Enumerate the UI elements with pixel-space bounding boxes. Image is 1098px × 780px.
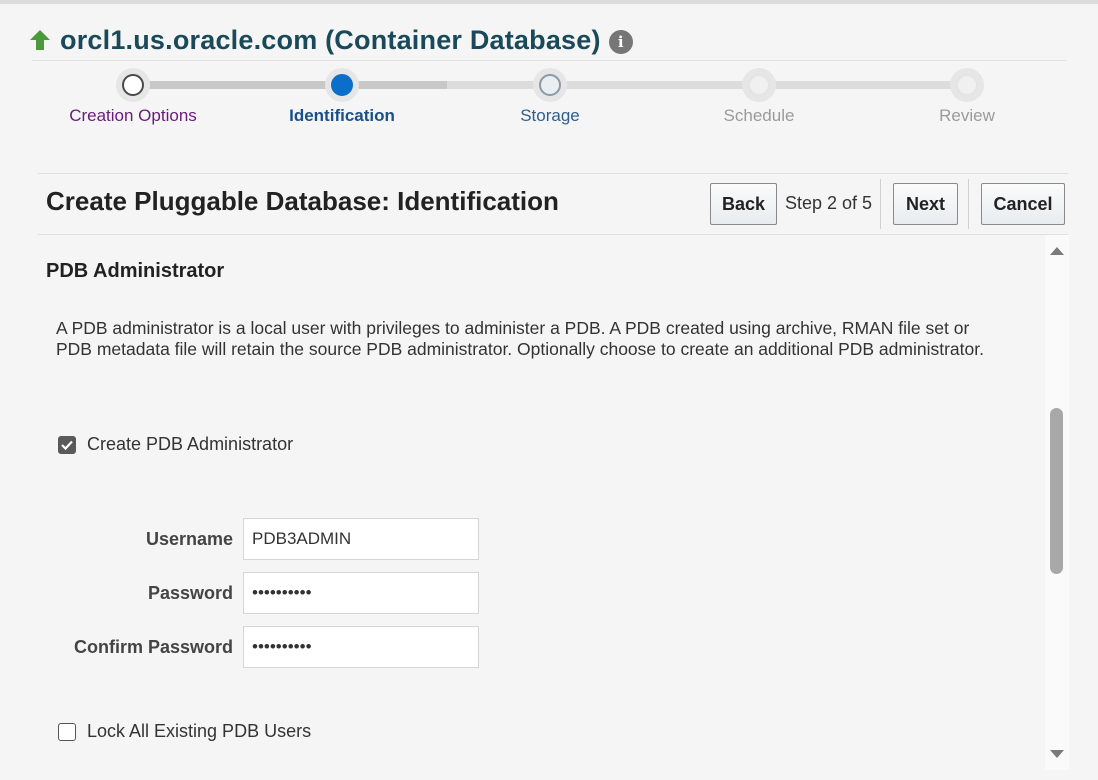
app-window: orcl1.us.oracle.com (Container Database)… (0, 0, 1098, 780)
confirm-password-input[interactable] (243, 626, 479, 668)
train-connector (133, 81, 342, 89)
scroll-down-arrow-icon[interactable] (1050, 750, 1064, 758)
scrollbar-thumb[interactable] (1050, 408, 1063, 574)
username-label: Username (145, 529, 233, 549)
page-header: orcl1.us.oracle.com (Container Database)… (28, 20, 633, 60)
train-stop-creation-options[interactable] (116, 68, 150, 102)
train-stop-schedule (742, 68, 776, 102)
lock-users-label[interactable]: Lock All Existing PDB Users (87, 721, 311, 742)
toolbar-divider-top (38, 173, 1068, 174)
step-indicator: Step 2 of 5 (785, 193, 873, 213)
next-button[interactable]: Next (893, 183, 958, 225)
scroll-up-arrow-icon[interactable] (1050, 247, 1064, 255)
lock-users-checkbox[interactable] (58, 722, 76, 741)
pdb-admin-heading: PDB Administrator (46, 260, 225, 282)
checkmark-icon (61, 440, 73, 450)
info-icon[interactable]: i (608, 30, 633, 54)
train-stop-review (950, 68, 984, 102)
back-button[interactable]: Back (710, 183, 777, 225)
cancel-button[interactable]: Cancel (981, 183, 1065, 225)
train-label-creation-options[interactable]: Creation Options (33, 106, 233, 126)
page-title: orcl1.us.oracle.com (Container Database) (60, 24, 601, 55)
train-connector (447, 81, 968, 89)
password-input[interactable] (243, 572, 479, 614)
train-label-schedule: Schedule (723, 106, 795, 125)
train-stop-identification (325, 68, 359, 102)
lock-users-option[interactable]: Lock All Existing PDB Users (58, 721, 311, 742)
wizard-title: Create Pluggable Database: Identificatio… (46, 186, 559, 216)
vertical-scrollbar[interactable] (1045, 235, 1069, 770)
username-input[interactable] (243, 518, 479, 560)
step-train: Creation Options Identification Storage … (30, 68, 1070, 138)
password-label: Password (147, 583, 233, 603)
train-label-storage[interactable]: Storage (450, 106, 650, 126)
identification-panel: PDB Administrator A PDB administrator is… (30, 235, 1045, 775)
train-label-identification: Identification (289, 106, 395, 125)
create-admin-option[interactable]: Create PDB Administrator (58, 434, 293, 455)
train-label-review: Review (939, 106, 995, 125)
up-arrow-icon (30, 30, 50, 50)
train-stop-storage[interactable] (533, 68, 567, 102)
create-admin-label[interactable]: Create PDB Administrator (87, 434, 293, 455)
confirm-password-label: Confirm Password (73, 637, 233, 657)
header-divider (32, 60, 1066, 61)
toolbar-separator (968, 179, 969, 229)
pdb-admin-description: A PDB administrator is a local user with… (56, 318, 984, 359)
toolbar-separator (880, 179, 881, 229)
create-admin-checkbox[interactable] (58, 435, 76, 454)
